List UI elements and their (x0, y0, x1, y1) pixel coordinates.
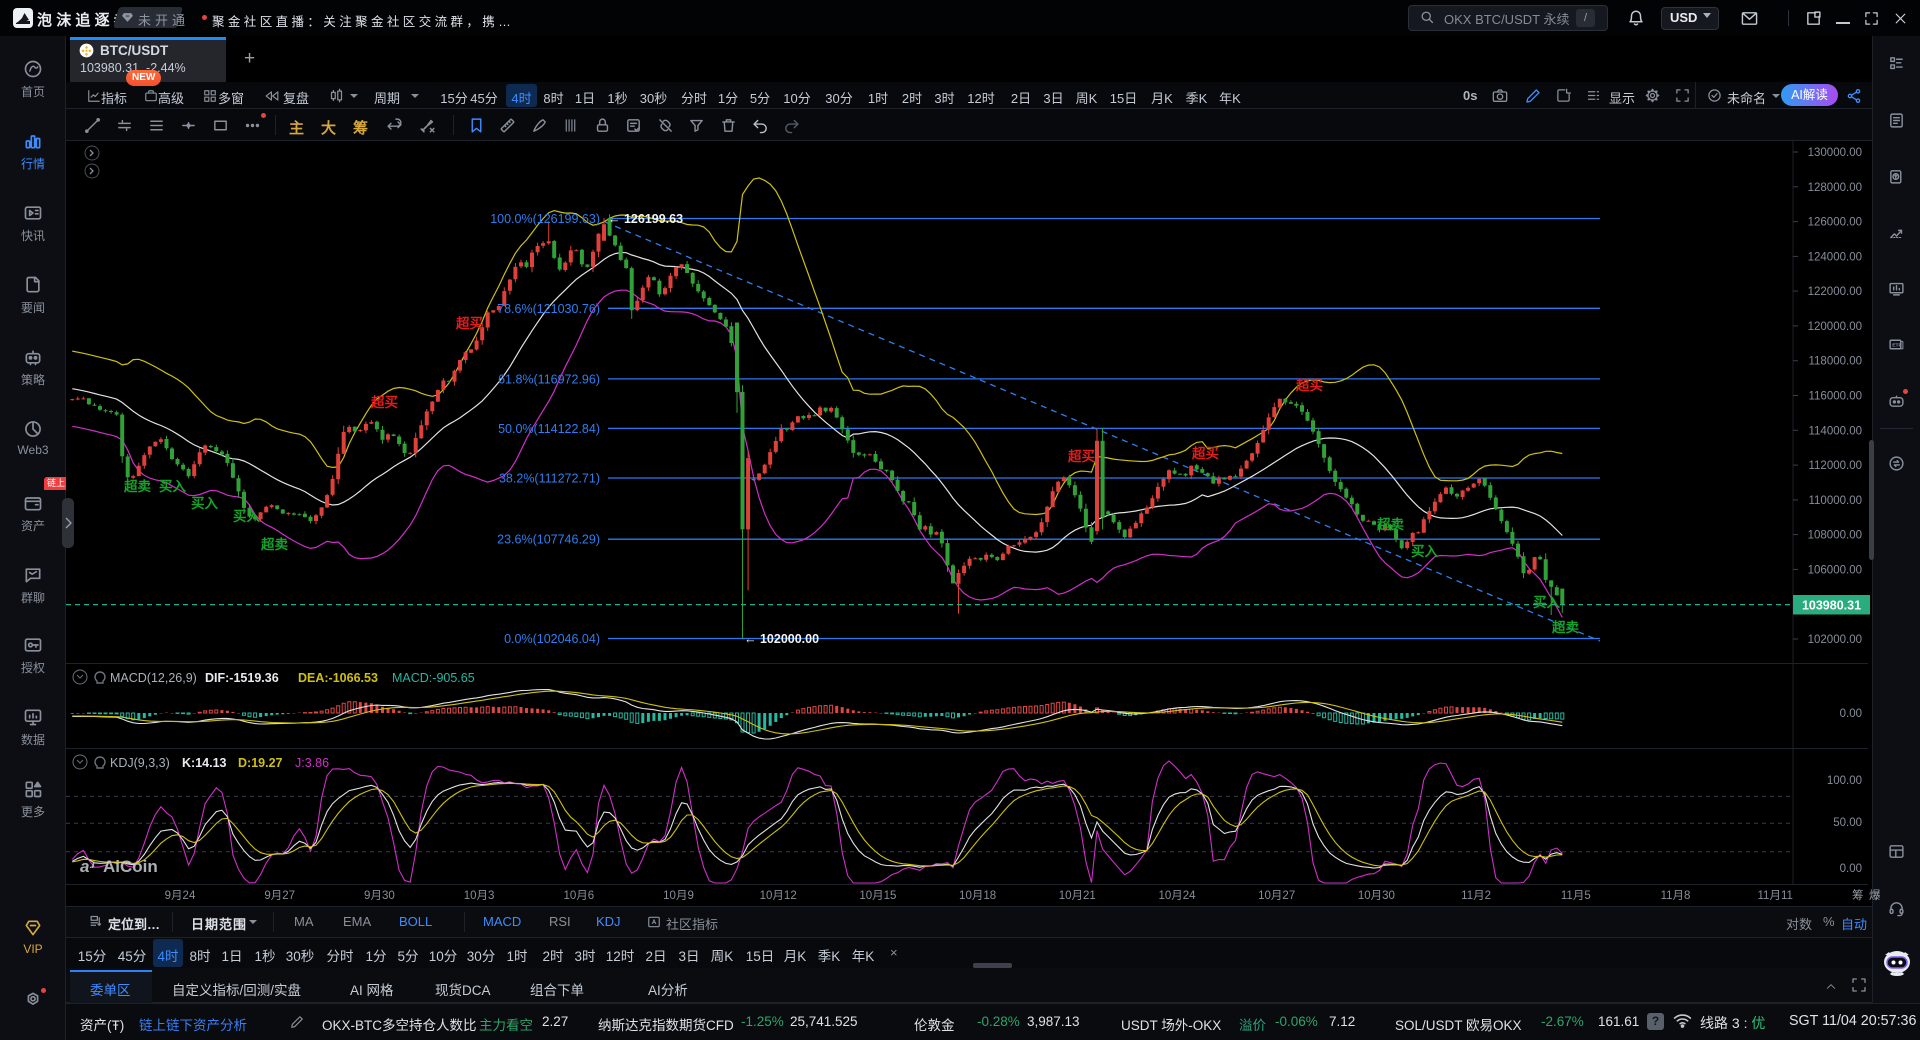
svg-text:110000.00: 110000.00 (1808, 495, 1862, 507)
svg-text:MACD(12,26,9): MACD(12,26,9) (110, 671, 197, 685)
svg-text:100.0%(126199.63): 100.0%(126199.63) (490, 212, 600, 226)
svg-text:11月2: 11月2 (1461, 890, 1491, 902)
svg-text:10月12: 10月12 (760, 890, 797, 902)
svg-text:DEA:-1066.53: DEA:-1066.53 (298, 671, 378, 685)
svg-text:超卖: 超卖 (1376, 516, 1405, 532)
svg-text:116000.00: 116000.00 (1808, 391, 1862, 403)
svg-text:买入: 买入 (1411, 544, 1439, 559)
svg-text:122000.00: 122000.00 (1808, 286, 1862, 298)
svg-text:50.0%(114122.84): 50.0%(114122.84) (498, 422, 600, 436)
svg-text:aʴ: aʴ (80, 857, 95, 876)
svg-text:102000.00: 102000.00 (1808, 634, 1862, 646)
svg-text:K:14.13: K:14.13 (182, 756, 227, 770)
svg-text:112000.00: 112000.00 (1808, 460, 1862, 472)
svg-text:106000.00: 106000.00 (1808, 564, 1862, 576)
svg-text:9月24: 9月24 (165, 890, 196, 902)
svg-text:超卖: 超卖 (260, 536, 288, 552)
svg-text:128000.00: 128000.00 (1808, 182, 1862, 194)
svg-text:AiCoin: AiCoin (103, 857, 158, 876)
svg-text:KDJ(9,3,3): KDJ(9,3,3) (110, 756, 170, 770)
svg-text:23.6%(107746.29): 23.6%(107746.29) (497, 533, 600, 547)
svg-text:← 126199.63: ← 126199.63 (608, 212, 683, 226)
svg-text:超买: 超买 (1067, 448, 1095, 464)
svg-text:D:19.27: D:19.27 (238, 756, 283, 770)
svg-text:0.00: 0.00 (1840, 863, 1862, 875)
svg-text:超买: 超买 (1191, 445, 1219, 461)
svg-text:118000.00: 118000.00 (1808, 356, 1862, 368)
svg-text:10月9: 10月9 (663, 890, 694, 902)
svg-text:超买: 超买 (370, 394, 398, 410)
svg-text:11月5: 11月5 (1561, 890, 1591, 902)
svg-text:MACD:-905.65: MACD:-905.65 (392, 671, 475, 685)
svg-text:78.6%(121030.76): 78.6%(121030.76) (497, 302, 600, 316)
svg-text:买入: 买入 (233, 509, 260, 524)
svg-text:9月27: 9月27 (264, 890, 295, 902)
svg-text:108000.00: 108000.00 (1808, 530, 1862, 542)
svg-text:0.00: 0.00 (1840, 708, 1862, 720)
svg-text:38.2%(111272.71): 38.2%(111272.71) (499, 472, 600, 486)
svg-text:100.00: 100.00 (1827, 775, 1862, 787)
svg-text:← 102000.00: ← 102000.00 (744, 632, 819, 646)
svg-text:10月18: 10月18 (959, 890, 996, 902)
svg-text:买入: 买入 (1533, 595, 1561, 610)
svg-text:103980.31: 103980.31 (1802, 599, 1861, 613)
svg-text:10月6: 10月6 (563, 890, 594, 902)
svg-text:9月30: 9月30 (364, 890, 395, 902)
svg-text:J:3.86: J:3.86 (295, 756, 329, 770)
svg-text:11月8: 11月8 (1661, 890, 1691, 902)
svg-text:50.00: 50.00 (1833, 817, 1862, 829)
svg-text:10月27: 10月27 (1258, 890, 1295, 902)
svg-text:超买: 超买 (455, 315, 483, 331)
svg-text:124000.00: 124000.00 (1808, 251, 1862, 263)
svg-text:超买: 超买 (1295, 377, 1323, 393)
svg-text:买入: 买入 (159, 479, 186, 494)
svg-text:61.8%(116972.96): 61.8%(116972.96) (498, 372, 600, 386)
svg-text:筹: 筹 (1852, 888, 1864, 902)
svg-text:130000.00: 130000.00 (1808, 147, 1862, 159)
svg-text:爆: 爆 (1869, 888, 1881, 902)
svg-text:DIF:-1519.36: DIF:-1519.36 (205, 671, 279, 685)
svg-text:114000.00: 114000.00 (1808, 425, 1862, 437)
svg-text:120000.00: 120000.00 (1808, 321, 1862, 333)
svg-text:0.0%(102046.04): 0.0%(102046.04) (504, 632, 600, 646)
svg-text:买入: 买入 (191, 496, 218, 511)
svg-text:超卖: 超卖 (1551, 619, 1580, 635)
svg-text:10月21: 10月21 (1059, 890, 1096, 902)
svg-text:10月3: 10月3 (464, 890, 495, 902)
svg-text:超卖: 超卖 (123, 478, 151, 494)
svg-text:10月30: 10月30 (1358, 890, 1395, 902)
svg-text:10月15: 10月15 (859, 890, 896, 902)
svg-text:10月24: 10月24 (1158, 890, 1196, 902)
svg-text:126000.00: 126000.00 (1808, 217, 1862, 229)
svg-text:11月11: 11月11 (1758, 890, 1793, 902)
